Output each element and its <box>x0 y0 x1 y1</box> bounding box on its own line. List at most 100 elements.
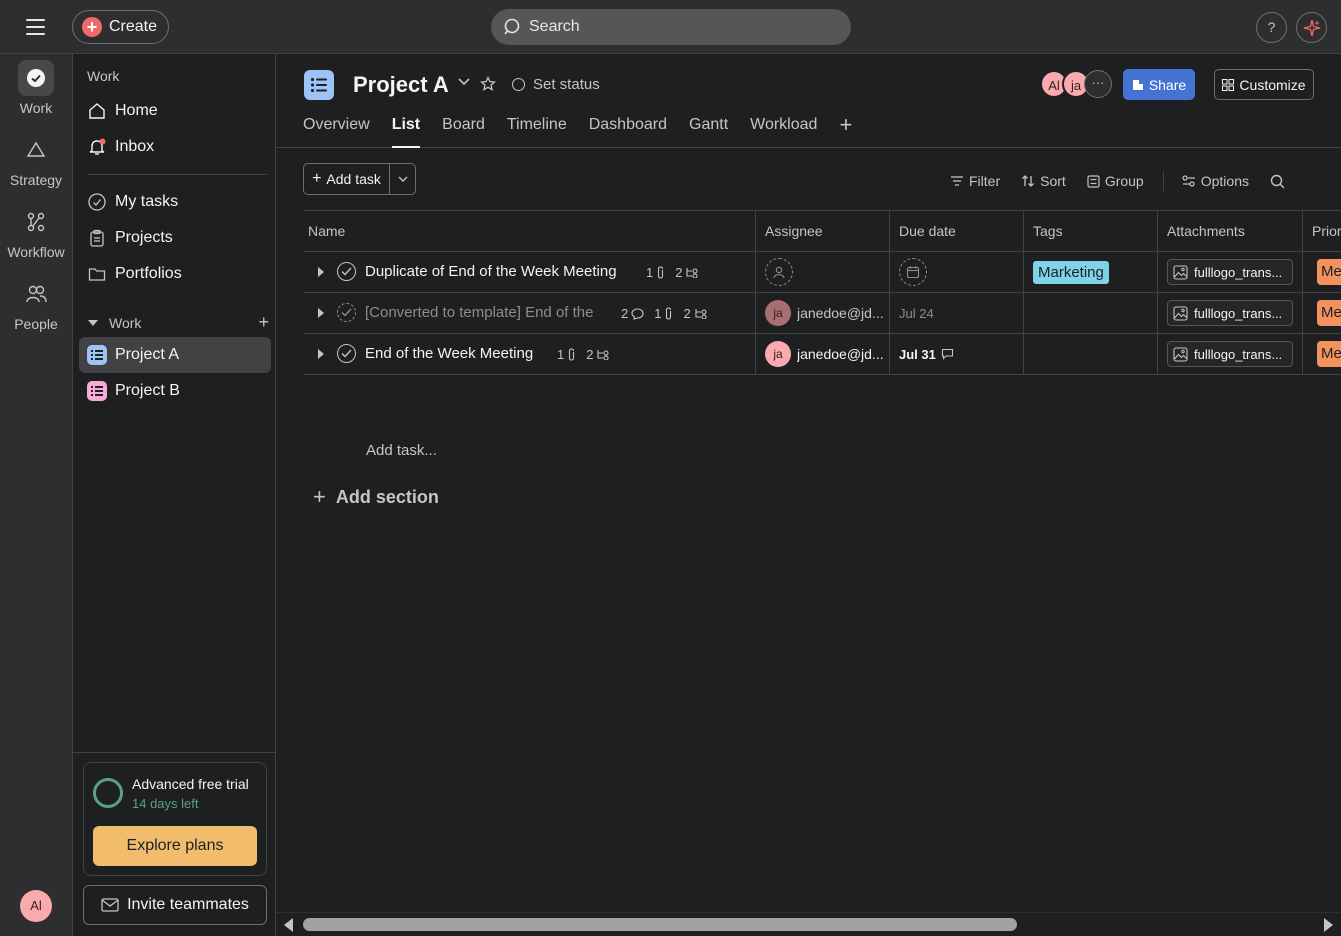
due-date-cell[interactable]: Jul 24 <box>890 293 1024 333</box>
main-content: Project A Set status Al ja ··· Share Cus… <box>276 54 1341 936</box>
due-date-cell[interactable] <box>890 252 1024 292</box>
tags-cell[interactable] <box>1024 334 1158 374</box>
explore-plans-button[interactable]: Explore plans <box>93 826 257 866</box>
tab-dashboard[interactable]: Dashboard <box>589 116 667 148</box>
tab-timeline[interactable]: Timeline <box>507 116 567 148</box>
attachment-chip[interactable]: fulllogo_trans... <box>1167 341 1293 367</box>
attachment-chip[interactable]: fulllogo_trans... <box>1167 259 1293 285</box>
complete-task-checkbox[interactable] <box>337 262 356 281</box>
expand-triangle-icon[interactable] <box>317 266 325 278</box>
assignee-cell[interactable] <box>756 252 890 292</box>
tags-cell[interactable]: Marketing <box>1024 252 1158 292</box>
sidebar-item-home[interactable]: Home <box>79 93 271 129</box>
sidebar-item-my-tasks[interactable]: My tasks <box>79 184 271 220</box>
tag-badge[interactable]: Marketing <box>1033 260 1109 284</box>
column-header-assignee[interactable]: Assignee <box>756 211 890 252</box>
star-icon[interactable] <box>480 76 496 92</box>
complete-task-checkbox[interactable] <box>337 344 356 363</box>
sidebar-divider <box>87 174 267 175</box>
priority-cell[interactable]: Me <box>1303 252 1341 292</box>
sidebar-section-work[interactable]: Work + <box>87 312 269 333</box>
template-task-checkbox[interactable] <box>337 303 356 322</box>
task-name-cell: Duplicate of End of the Week Meeting 1 2 <box>303 252 756 292</box>
member-avatars[interactable]: Al ja ··· <box>1040 70 1112 98</box>
scroll-right-arrow-icon[interactable] <box>1324 918 1333 932</box>
sort-button[interactable]: Sort <box>1021 173 1066 189</box>
plus-icon: + <box>313 484 326 509</box>
set-status-button[interactable]: Set status <box>512 76 600 93</box>
sparkle-icon <box>1303 19 1320 36</box>
rail-item-workflow[interactable]: Workflow <box>0 204 72 260</box>
subtask-count: 2 <box>586 347 594 362</box>
task-name[interactable]: Duplicate of End of the Week Meeting <box>365 263 617 280</box>
sidebar-item-project-a[interactable]: Project A <box>79 337 271 373</box>
search-tasks-button[interactable] <box>1270 174 1290 189</box>
chevron-down-icon[interactable] <box>458 78 470 86</box>
add-project-icon[interactable]: + <box>258 312 269 333</box>
avatar: ja <box>765 341 791 367</box>
comment-icon <box>631 307 644 320</box>
scroll-left-arrow-icon[interactable] <box>284 918 293 932</box>
options-button[interactable]: Options <box>1182 173 1249 189</box>
horizontal-scrollbar[interactable] <box>276 912 1341 936</box>
search-input[interactable]: Search <box>491 9 851 45</box>
tab-workload[interactable]: Workload <box>750 116 817 148</box>
add-section-button[interactable]: + Add section <box>313 484 439 510</box>
tags-cell[interactable] <box>1024 293 1158 333</box>
task-name[interactable]: [Converted to template] End of the <box>365 304 593 321</box>
tab-overview[interactable]: Overview <box>303 116 370 148</box>
attachment-chip[interactable]: fulllogo_trans... <box>1167 300 1293 326</box>
column-header-priority[interactable]: Prior <box>1303 211 1341 252</box>
priority-cell[interactable]: Me <box>1303 334 1341 374</box>
share-button[interactable]: Share <box>1123 69 1195 100</box>
sidebar-item-label: Home <box>115 102 158 119</box>
rail-item-strategy[interactable]: Strategy <box>0 132 72 188</box>
expand-triangle-icon[interactable] <box>317 307 325 319</box>
table-row[interactable]: [Converted to template] End of the 2 1 2… <box>303 293 1341 334</box>
sidebar-item-projects[interactable]: Projects <box>79 220 271 256</box>
help-button[interactable]: ? <box>1256 12 1287 43</box>
tab-list[interactable]: List <box>391 116 421 148</box>
column-header-tags[interactable]: Tags <box>1024 211 1158 252</box>
empty-assignee-icon <box>765 258 793 286</box>
user-avatar[interactable]: Al <box>20 890 52 922</box>
due-date-cell[interactable]: Jul 31 <box>890 334 1024 374</box>
filter-button[interactable]: Filter <box>950 173 1000 189</box>
add-task-button[interactable]: + Add task <box>304 164 390 194</box>
create-button[interactable]: + Create <box>72 10 169 44</box>
attachments-cell[interactable]: fulllogo_trans... <box>1158 252 1303 292</box>
rail-item-work[interactable]: Work <box>0 60 72 116</box>
scrollbar-thumb[interactable] <box>303 918 1017 931</box>
sidebar-item-inbox[interactable]: Inbox <box>79 129 271 165</box>
tab-board[interactable]: Board <box>442 116 485 148</box>
add-task-dropdown[interactable] <box>390 164 415 194</box>
table-row[interactable]: End of the Week Meeting 1 2 ja janedoe@j… <box>303 334 1341 375</box>
tab-gantt[interactable]: Gantt <box>689 116 728 148</box>
rail-label: People <box>14 316 58 332</box>
add-tab-icon[interactable]: + <box>839 114 852 148</box>
rail-item-people[interactable]: People <box>0 276 72 332</box>
menu-icon[interactable] <box>18 14 54 40</box>
attachments-cell[interactable]: fulllogo_trans... <box>1158 293 1303 333</box>
assignee-name: janedoe@jd.... <box>797 305 883 321</box>
sidebar-item-portfolios[interactable]: Portfolios <box>79 256 271 292</box>
column-header-due-date[interactable]: Due date <box>890 211 1024 252</box>
column-header-name[interactable]: Name <box>303 211 756 252</box>
attachments-cell[interactable]: fulllogo_trans... <box>1158 334 1303 374</box>
customize-button[interactable]: Customize <box>1214 69 1314 100</box>
invite-label: Invite teammates <box>127 896 249 913</box>
expand-triangle-icon[interactable] <box>317 348 325 360</box>
sidebar-item-project-b[interactable]: Project B <box>79 373 271 409</box>
column-header-attachments[interactable]: Attachments <box>1158 211 1303 252</box>
ai-sparkle-button[interactable] <box>1296 12 1327 43</box>
group-button[interactable]: Group <box>1087 173 1144 189</box>
paperclip-icon <box>666 307 672 320</box>
task-name[interactable]: End of the Week Meeting <box>365 345 533 362</box>
priority-cell[interactable]: Me <box>1303 293 1341 333</box>
customize-label: Customize <box>1239 76 1306 93</box>
invite-teammates-button[interactable]: Invite teammates <box>83 885 267 925</box>
table-row[interactable]: Duplicate of End of the Week Meeting 1 2… <box>303 252 1341 293</box>
assignee-cell[interactable]: ja janedoe@jd.... <box>756 334 890 374</box>
add-task-inline[interactable]: Add task... <box>366 442 437 459</box>
assignee-cell[interactable]: ja janedoe@jd.... <box>756 293 890 333</box>
